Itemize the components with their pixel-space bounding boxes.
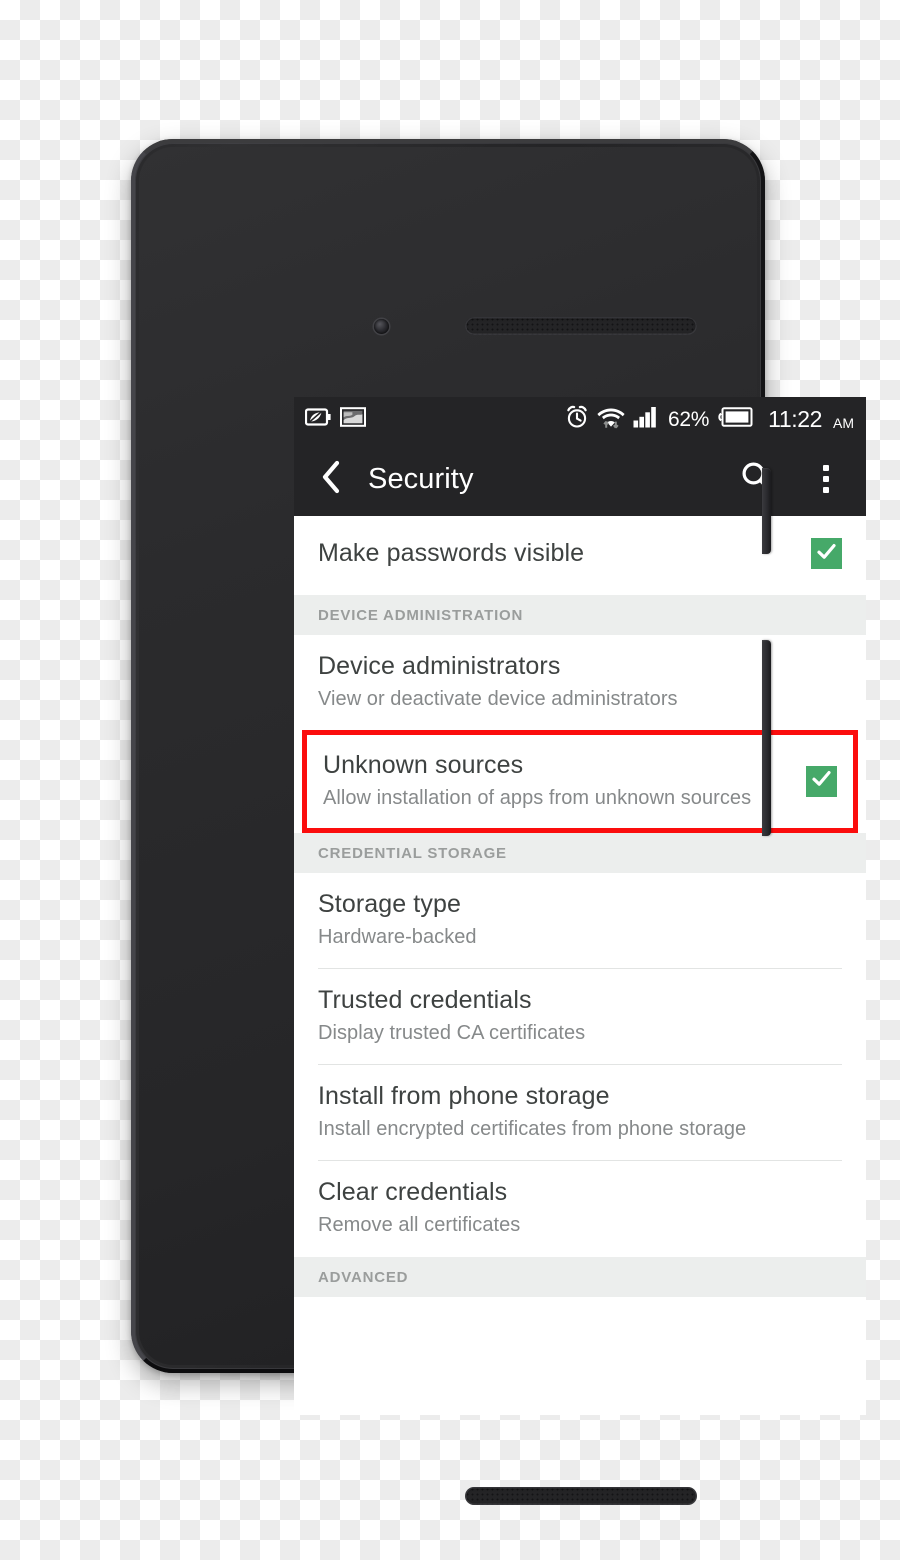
section-header-advanced: ADVANCED [294,1256,866,1297]
status-bar-time: 11:22 [768,406,822,432]
power-button[interactable] [762,468,771,554]
eco-battery-icon [304,408,331,431]
bottom-speaker [465,1487,697,1505]
row-text: Trusted credentials Display trusted CA c… [318,986,842,1046]
list-item-unknown-sources[interactable]: Unknown sources Allow installation of ap… [302,730,858,834]
phone-screen: 62% 11:22 AM Security Make passwords vis… [294,397,866,1415]
row-summary: Allow installation of apps from unknown … [323,786,752,809]
row-title: Unknown sources [323,751,524,780]
status-bar: 62% 11:22 AM [294,397,866,442]
row-text: Unknown sources Allow installation of ap… [323,751,806,811]
section-header-device-administration: DEVICE ADMINISTRATION [294,595,866,635]
status-bar-left-icons [304,407,366,432]
battery-percent-label: 62% [668,408,710,431]
overflow-menu-button[interactable] [804,457,848,501]
list-item-device-administrators[interactable]: Device administrators View or deactivate… [294,635,866,731]
row-text: Storage type Hardware-backed [318,890,842,950]
signal-bars-icon [633,406,660,433]
chevron-left-icon [320,460,342,499]
row-summary: Hardware-backed [318,925,477,948]
status-bar-right-icons: 62% 11:22 AM [565,405,854,434]
status-bar-meridiem: AM [833,414,854,431]
settings-list[interactable]: Make passwords visible DEVICE ADMINISTRA… [294,516,866,1415]
checkbox-make-passwords-visible[interactable] [811,538,842,569]
app-bar: Security [294,442,866,516]
front-camera [374,319,389,334]
row-summary: View or deactivate device administrators [318,687,678,710]
page-title: Security [368,462,474,495]
row-title: Trusted credentials [318,986,532,1015]
wifi-data-icon [597,405,625,434]
volume-rocker-button[interactable] [762,640,771,836]
earpiece-speaker [465,317,697,335]
row-title: Make passwords visible [318,538,585,567]
list-item-trusted-credentials[interactable]: Trusted credentials Display trusted CA c… [294,969,866,1065]
list-item-clear-credentials[interactable]: Clear credentials Remove all certificate… [294,1161,866,1257]
search-button[interactable] [734,457,778,501]
list-item-install-from-phone-storage[interactable]: Install from phone storage Install encry… [294,1065,866,1161]
screenshot-icon [340,407,366,432]
row-title: Clear credentials [318,1178,508,1207]
battery-icon [718,407,753,432]
section-header-credential-storage: CREDENTIAL STORAGE [294,833,866,874]
alarm-clock-icon [565,405,589,434]
back-button[interactable] [310,458,352,500]
row-summary: Display trusted CA certificates [318,1021,586,1044]
check-icon [810,767,833,795]
row-summary: Install encrypted certificates from phon… [318,1117,747,1140]
row-summary: Remove all certificates [318,1213,521,1236]
list-item-storage-type[interactable]: Storage type Hardware-backed [294,873,866,969]
row-text: Clear credentials Remove all certificate… [318,1178,842,1238]
row-title: Device administrators [318,652,561,680]
row-text: Install from phone storage Install encry… [318,1082,842,1142]
overflow-menu-icon [823,465,829,493]
list-item-make-passwords-visible[interactable]: Make passwords visible [294,516,866,595]
row-title: Storage type [318,890,461,919]
row-text: Make passwords visible [318,539,811,569]
check-icon [815,540,838,568]
phone-device: 62% 11:22 AM Security Make passwords vis… [131,139,866,1505]
checkbox-unknown-sources[interactable] [806,765,837,797]
row-title: Install from phone storage [318,1082,610,1111]
